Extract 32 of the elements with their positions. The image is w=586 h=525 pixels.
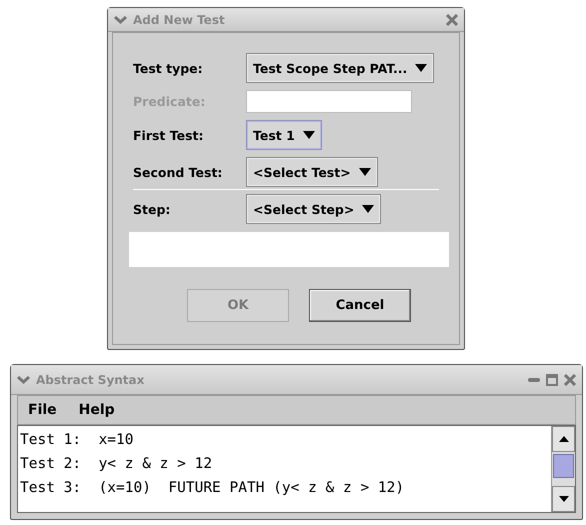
chevron-icon[interactable] (114, 14, 127, 24)
input-field[interactable] (246, 90, 412, 113)
field-label: Test type: (133, 60, 204, 76)
scrollbar[interactable] (551, 426, 575, 512)
menu-item[interactable]: Help (78, 402, 115, 418)
caret-icon (362, 205, 374, 213)
caret-icon (302, 131, 315, 139)
close-icon[interactable] (446, 14, 458, 26)
dropdown[interactable]: Test 1 (246, 120, 322, 150)
window-title: Abstract Syntax (36, 372, 146, 386)
text-editor[interactable]: Test 1: x=10 Test 2: y< z & z > 12 Test 3: (x=10) FUTURE PATH (y< z & z > 12) (17, 425, 576, 513)
dropdown[interactable]: Test Scope Step PAT... (246, 53, 434, 83)
code-line: Test 2: y< z & z > 12 (20, 455, 214, 474)
down-arrow-icon[interactable] (558, 496, 568, 502)
minimize-icon[interactable] (528, 376, 540, 382)
field-label: Step: (133, 202, 172, 216)
window-title: Add New Test (133, 12, 226, 26)
scroll-thumb[interactable] (553, 454, 574, 478)
field-label: Second Test: (133, 164, 224, 180)
up-arrow-icon[interactable] (558, 436, 568, 442)
caret-icon (415, 64, 428, 72)
maximize-icon[interactable] (546, 374, 558, 386)
close-icon[interactable] (564, 374, 576, 386)
field-label: First Test: (133, 128, 205, 142)
dialog-button[interactable]: Cancel (309, 289, 411, 322)
code-line: Test 3: (x=10) FUTURE PATH (y< z & z > 12) (20, 479, 406, 498)
menu-item[interactable]: File (28, 402, 57, 418)
chevron-icon[interactable] (17, 374, 30, 384)
dropdown[interactable]: <Select Test> (246, 157, 378, 187)
caret-icon (358, 168, 371, 176)
code-line: Test 1: x=10 (20, 431, 134, 450)
dropdown[interactable]: <Select Step> (246, 194, 382, 224)
